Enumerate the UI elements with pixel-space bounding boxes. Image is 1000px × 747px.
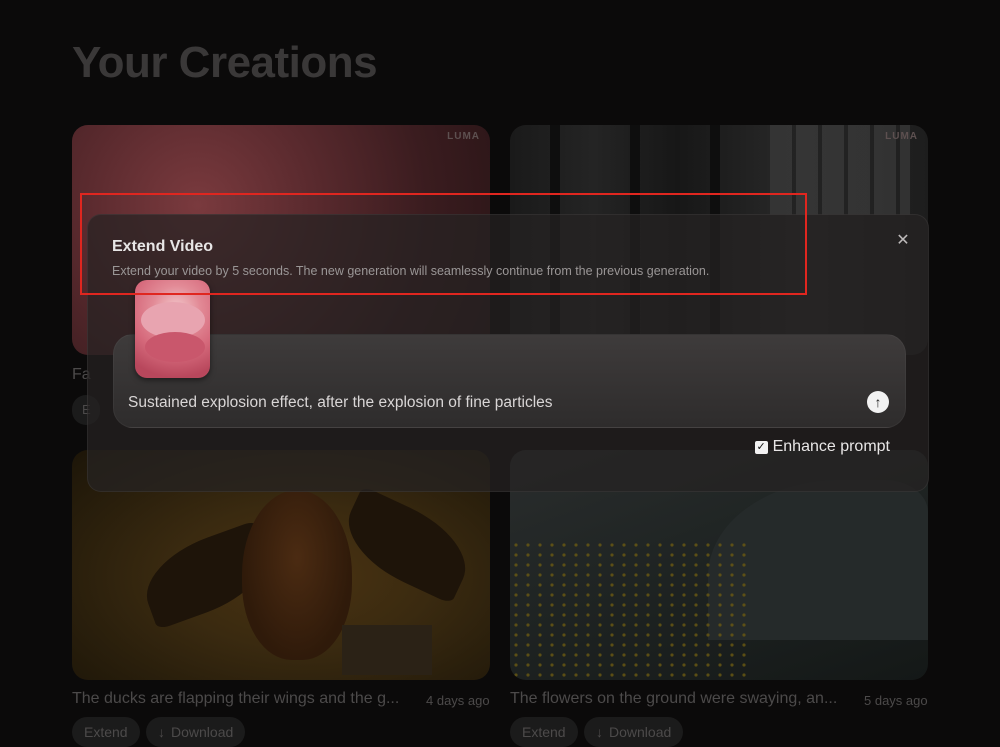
download-label: Download xyxy=(171,724,234,740)
page-title: Your Creations xyxy=(72,38,378,87)
card-caption: The flowers on the ground were swaying, … xyxy=(510,690,838,707)
extend-button[interactable]: Extend xyxy=(72,717,140,747)
macaron-shape xyxy=(145,332,205,362)
flowers xyxy=(510,540,750,680)
download-icon: ↓ xyxy=(596,724,603,740)
enhance-prompt-label: Enhance prompt xyxy=(772,438,890,455)
creations-page: Your Creations LUMA LUMA Fa E The ducks … xyxy=(0,0,1000,747)
download-icon: ↓ xyxy=(158,724,165,740)
close-button[interactable]: ✕ xyxy=(892,229,914,251)
bird-wing xyxy=(333,485,481,605)
extend-label: Extend xyxy=(522,724,566,740)
enhance-prompt-toggle[interactable]: ✓ Enhance prompt xyxy=(754,438,890,456)
enhance-prompt-checkbox[interactable]: ✓ xyxy=(754,440,768,454)
prompt-input[interactable]: Sustained explosion effect, after the ex… xyxy=(113,334,906,428)
prompt-text[interactable]: Sustained explosion effect, after the ex… xyxy=(128,394,553,412)
great-wall xyxy=(342,625,432,675)
extend-label: Extend xyxy=(84,724,128,740)
extend-button[interactable]: Extend xyxy=(510,717,578,747)
send-button[interactable]: ↑ xyxy=(867,391,889,413)
download-button[interactable]: ↓ Download xyxy=(584,717,684,747)
dialog-description: Extend your video by 5 seconds. The new … xyxy=(112,264,710,278)
extend-video-dialog: Extend Video Extend your video by 5 seco… xyxy=(87,214,929,492)
card-age: 4 days ago xyxy=(426,693,490,708)
source-video-thumbnail xyxy=(135,280,210,378)
luma-watermark: LUMA xyxy=(885,131,918,142)
luma-watermark: LUMA xyxy=(447,131,480,142)
arrow-up-icon: ↑ xyxy=(874,394,882,410)
card-age: 5 days ago xyxy=(864,693,928,708)
download-button[interactable]: ↓ Download xyxy=(146,717,246,747)
download-label: Download xyxy=(609,724,672,740)
dialog-title: Extend Video xyxy=(112,238,214,255)
close-icon: ✕ xyxy=(896,232,910,249)
bird-body xyxy=(242,490,352,660)
card-caption: The ducks are flapping their wings and t… xyxy=(72,690,400,707)
